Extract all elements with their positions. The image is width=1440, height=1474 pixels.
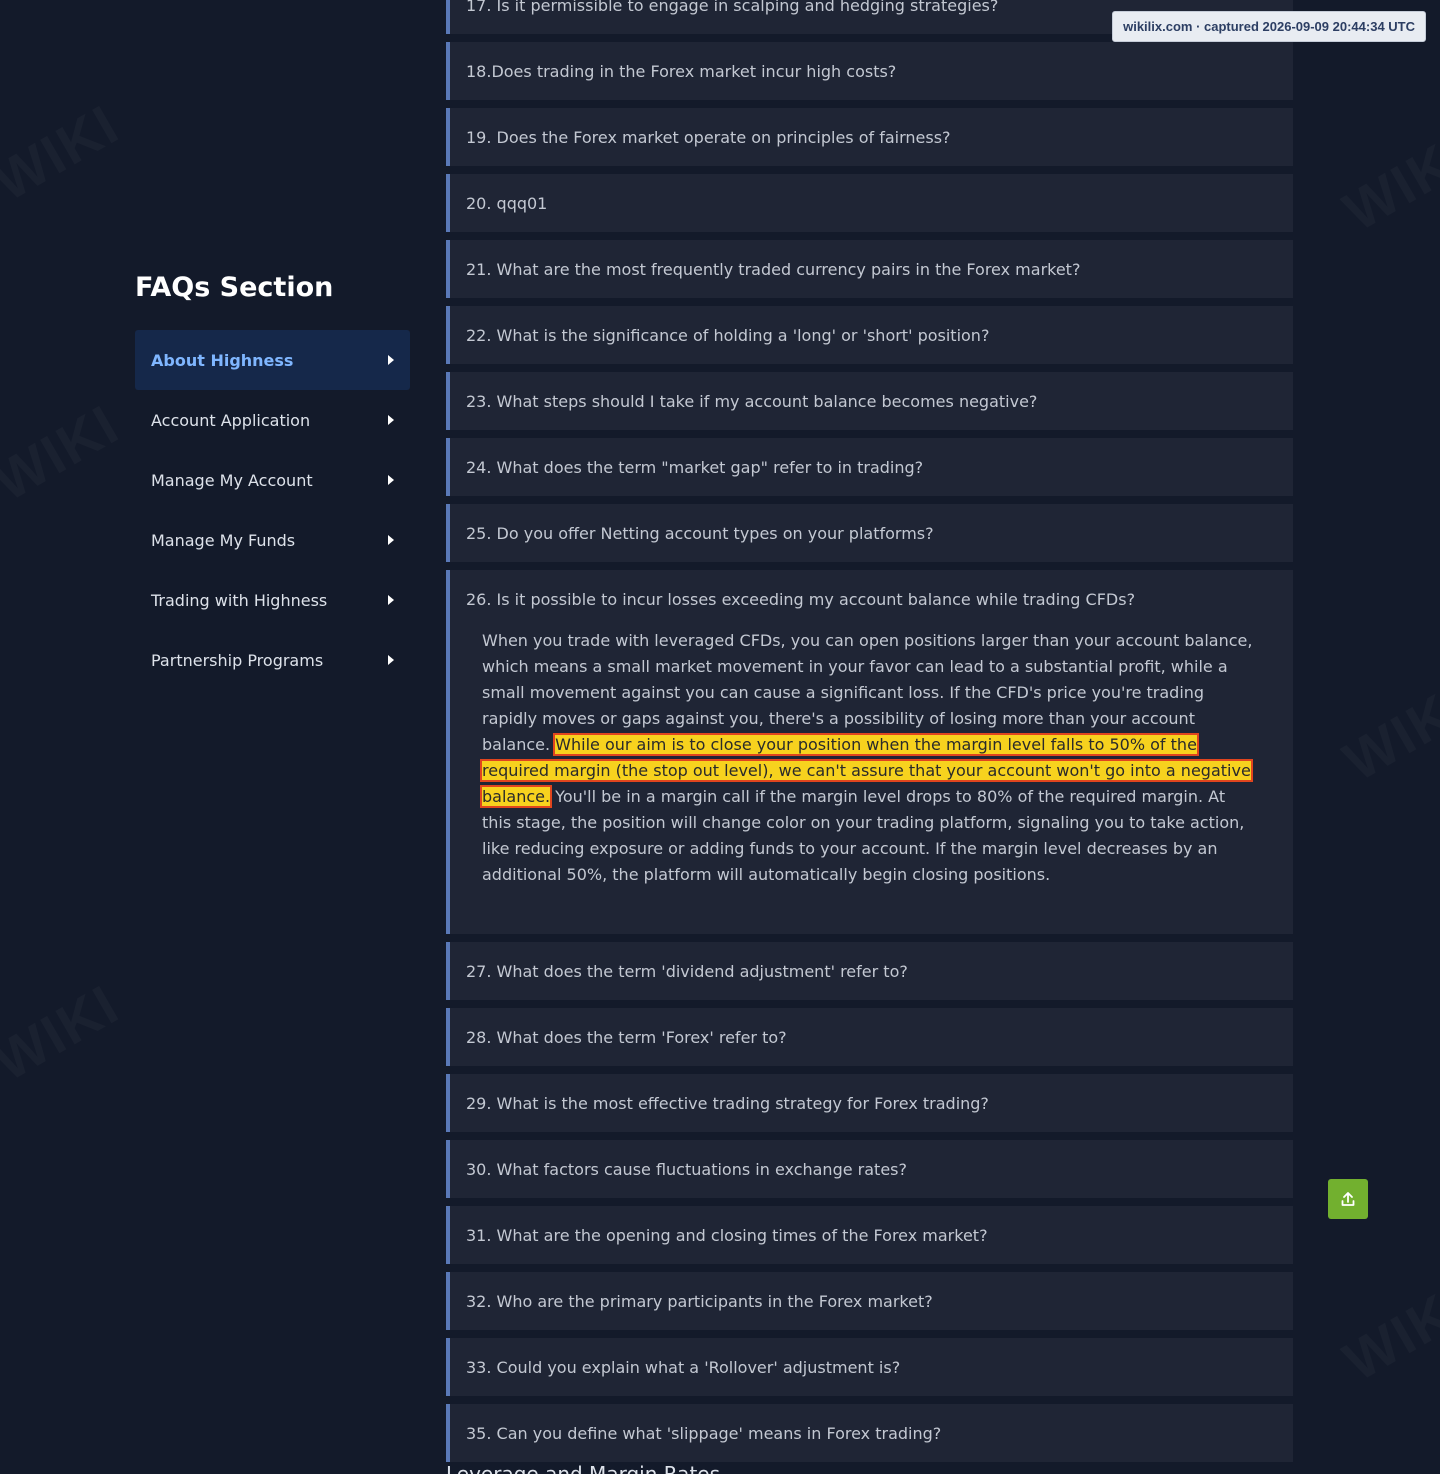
sidebar-item-label: Partnership Programs [151,650,324,670]
caret-right-icon [388,475,394,485]
caret-right-icon [388,595,394,605]
watermark: WIKI [1333,121,1440,244]
faq-question-29[interactable]: 29. What is the most effective trading s… [450,1074,1293,1132]
faq-question-30[interactable]: 30. What factors cause fluctuations in e… [450,1140,1293,1198]
faq-question-24[interactable]: 24. What does the term "market gap" refe… [450,438,1293,496]
sidebar-item-label: Manage My Funds [151,530,296,550]
watermark: WIKI [0,391,130,514]
faq-question-28[interactable]: 28. What does the term 'Forex' refer to? [450,1008,1293,1066]
faq-item: 27. What does the term 'dividend adjustm… [446,942,1293,1000]
sidebar-item-label: Account Application [151,410,311,430]
sidebar-item-manage-my-account[interactable]: Manage My Account [135,450,410,510]
faq-item: 23. What steps should I take if my accou… [446,372,1293,430]
faq-answer-26: When you trade with leveraged CFDs, you … [450,628,1293,934]
caret-right-icon [388,535,394,545]
sidebar-item-label: Trading with Highness [151,590,328,610]
faq-question-25[interactable]: 25. Do you offer Netting account types o… [450,504,1293,562]
sidebar-item-partnership-programs[interactable]: Partnership Programs [135,630,410,690]
scroll-to-top-button[interactable] [1328,1179,1368,1219]
faq-item: 20. qqq01 [446,174,1293,232]
faq-item: 21. What are the most frequently traded … [446,240,1293,298]
faq-item: 24. What does the term "market gap" refe… [446,438,1293,496]
faq-question-27[interactable]: 27. What does the term 'dividend adjustm… [450,942,1293,1000]
caret-right-icon [388,655,394,665]
faq-accordion: 17. Is it permissible to engage in scalp… [446,0,1293,1470]
faq-question-20[interactable]: 20. qqq01 [450,174,1293,232]
sidebar-item-account-application[interactable]: Account Application [135,390,410,450]
upload-arrow-icon [1341,1192,1355,1206]
faq-item: 33. Could you explain what a 'Rollover' … [446,1338,1293,1396]
faq-question-23[interactable]: 23. What steps should I take if my accou… [450,372,1293,430]
faq-question-26[interactable]: 26. Is it possible to incur losses excee… [450,570,1293,628]
capture-stamp: wikilix.com · captured 2026-09-09 20:44:… [1112,11,1426,42]
faq-question-33[interactable]: 33. Could you explain what a 'Rollover' … [450,1338,1293,1396]
watermark: WIKI [1333,671,1440,794]
faq-item-expanded: 26. Is it possible to incur losses excee… [446,570,1293,934]
faq-item: 22. What is the significance of holding … [446,306,1293,364]
sidebar-item-label: Manage My Account [151,470,313,490]
faq-item: 35. Can you define what 'slippage' means… [446,1404,1293,1462]
sidebar-item-manage-my-funds[interactable]: Manage My Funds [135,510,410,570]
faq-question-31[interactable]: 31. What are the opening and closing tim… [450,1206,1293,1264]
faq-item: 29. What is the most effective trading s… [446,1074,1293,1132]
faq-question-22[interactable]: 22. What is the significance of holding … [450,306,1293,364]
faq-question-21[interactable]: 21. What are the most frequently traded … [450,240,1293,298]
faq-item: 25. Do you offer Netting account types o… [446,504,1293,562]
watermark: WIKI [0,971,130,1094]
watermark: WIKI [1333,1271,1440,1394]
faq-question-32[interactable]: 32. Who are the primary participants in … [450,1272,1293,1330]
faq-question-19[interactable]: 19. Does the Forex market operate on pri… [450,108,1293,166]
faq-item: 28. What does the term 'Forex' refer to? [446,1008,1293,1066]
faq-item: 19. Does the Forex market operate on pri… [446,108,1293,166]
sidebar-item-trading-with-highness[interactable]: Trading with Highness [135,570,410,630]
caret-right-icon [388,415,394,425]
next-section-heading: Leverage and Margin Rates [446,1462,721,1474]
faq-sidebar: FAQs Section About Highness Account Appl… [135,270,410,690]
sidebar-item-about-highness[interactable]: About Highness [135,330,410,390]
faq-item: 31. What are the opening and closing tim… [446,1206,1293,1264]
faq-question-18[interactable]: 18.Does trading in the Forex market incu… [450,42,1293,100]
sidebar-item-label: About Highness [151,350,294,370]
faq-question-35[interactable]: 35. Can you define what 'slippage' means… [450,1404,1293,1462]
answer-text: You'll be in a margin call if the margin… [482,787,1245,884]
page: WIKI WIKI WIKI WIKI WIKI WIKI FAQs Secti… [0,0,1440,1474]
faq-item: 18.Does trading in the Forex market incu… [446,42,1293,100]
sidebar-title: FAQs Section [135,272,334,303]
watermark: WIKI [0,91,130,214]
faq-item: 32. Who are the primary participants in … [446,1272,1293,1330]
caret-right-icon [388,355,394,365]
faq-item: 30. What factors cause fluctuations in e… [446,1140,1293,1198]
